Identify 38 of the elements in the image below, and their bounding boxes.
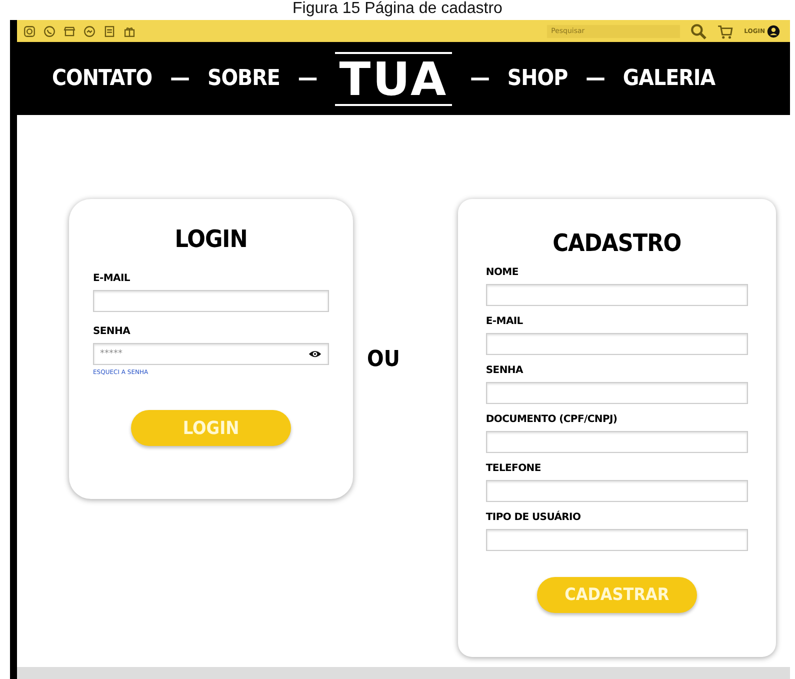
input-field[interactable] [486,382,748,404]
nav-separator: — [170,66,190,91]
field-label: NOME [486,267,520,278]
nav-link[interactable]: SOBRE [207,66,280,91]
nav-link[interactable]: SHOP [507,66,568,91]
logo[interactable]: TUA [335,52,452,106]
input-field[interactable] [486,284,748,306]
card-title: CADASTRO [552,229,682,257]
gift-icon[interactable] [123,24,136,38]
document-icon[interactable] [103,24,116,38]
nav-link[interactable]: CONTATO [52,66,152,91]
nav-separator: — [470,66,490,91]
cart-icon[interactable] [717,22,734,40]
field-label: E-MAIL [93,273,131,284]
input-field[interactable] [486,333,748,355]
user-icon [767,24,780,38]
password-field[interactable]: ***** [93,343,329,365]
input-field[interactable] [93,290,329,312]
input-field[interactable] [486,480,748,502]
field-label: DOCUMENTO (CPF/CNPJ) [486,414,618,425]
nav-separator: — [586,66,605,91]
chat-bubble-icon[interactable] [83,24,96,38]
field-label: TIPO DE USUÁRIO [486,512,582,523]
search-icon[interactable] [690,22,708,40]
field-label: SENHA [93,326,132,337]
field-label: SENHA [486,365,524,376]
phone-chat-icon[interactable] [43,24,56,38]
nav-link[interactable]: GALERIA [622,66,716,91]
field-label: TELEFONE [486,463,542,474]
input-field[interactable] [486,431,748,453]
camera-icon[interactable] [23,24,36,38]
card-title: LOGIN [174,225,248,253]
store-icon[interactable] [63,24,76,38]
field-label: E-MAIL [486,316,524,327]
input-field[interactable] [486,529,748,551]
separator-text: OU [367,347,400,372]
nav-separator: — [298,66,318,91]
figure-caption: Figura 15 Página de cadastro [292,0,504,19]
